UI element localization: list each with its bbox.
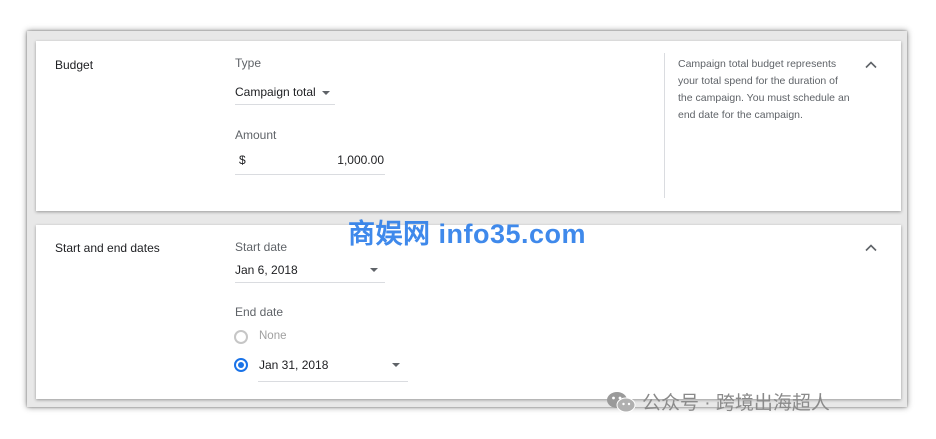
wechat-icon (607, 391, 636, 412)
option-none-label: None (259, 330, 287, 342)
end-date-underline (258, 381, 408, 382)
chevron-up-icon (865, 61, 877, 69)
budget-card: Budget Type Campaign total Amount $ 1,00… (36, 41, 901, 211)
start-date-underline (235, 282, 385, 283)
end-date-option-date[interactable]: Jan 31, 2018 (234, 356, 409, 382)
end-date-value: Jan 31, 2018 (259, 358, 329, 372)
amount-underline (235, 174, 385, 175)
radio-end-date[interactable] (234, 358, 248, 372)
amount-label: Amount (235, 128, 277, 142)
caret-down-icon (392, 363, 400, 367)
collapse-budget-button[interactable] (864, 58, 878, 72)
budget-type-dropdown[interactable]: Campaign total (235, 79, 337, 105)
dates-section-title: Start and end dates (55, 241, 160, 255)
collapse-dates-button[interactable] (864, 241, 878, 255)
watermark-corner: 公众号 · 跨境出海超人 (606, 388, 830, 415)
start-date-value: Jan 6, 2018 (235, 263, 298, 277)
amount-input[interactable]: $ 1,000.00 (235, 147, 385, 175)
dates-card: Start and end dates Start date Jan 6, 20… (36, 225, 901, 399)
end-date-option-none[interactable]: None (234, 329, 314, 345)
budget-type-value: Campaign total (235, 85, 316, 99)
end-date-label: End date (235, 305, 284, 319)
amount-value: 1,000.00 (337, 153, 384, 167)
chevron-up-icon (865, 244, 877, 252)
currency-symbol: $ (239, 153, 246, 167)
start-date-label: Start date (235, 240, 288, 254)
start-date-picker[interactable]: Jan 6, 2018 (235, 257, 385, 283)
caret-down-icon (322, 91, 330, 95)
dropdown-underline (235, 104, 335, 105)
watermark-corner-text: 公众号 · 跨境出海超人 (642, 393, 830, 414)
budget-section-title: Budget (55, 58, 94, 72)
help-divider (664, 53, 665, 198)
budget-help-text: Campaign total budget represents your to… (678, 58, 850, 121)
type-label: Type (235, 56, 262, 70)
radio-none[interactable] (234, 330, 248, 344)
watermark-center: 商娱网 info35.com (348, 219, 587, 249)
caret-down-icon (370, 268, 378, 272)
